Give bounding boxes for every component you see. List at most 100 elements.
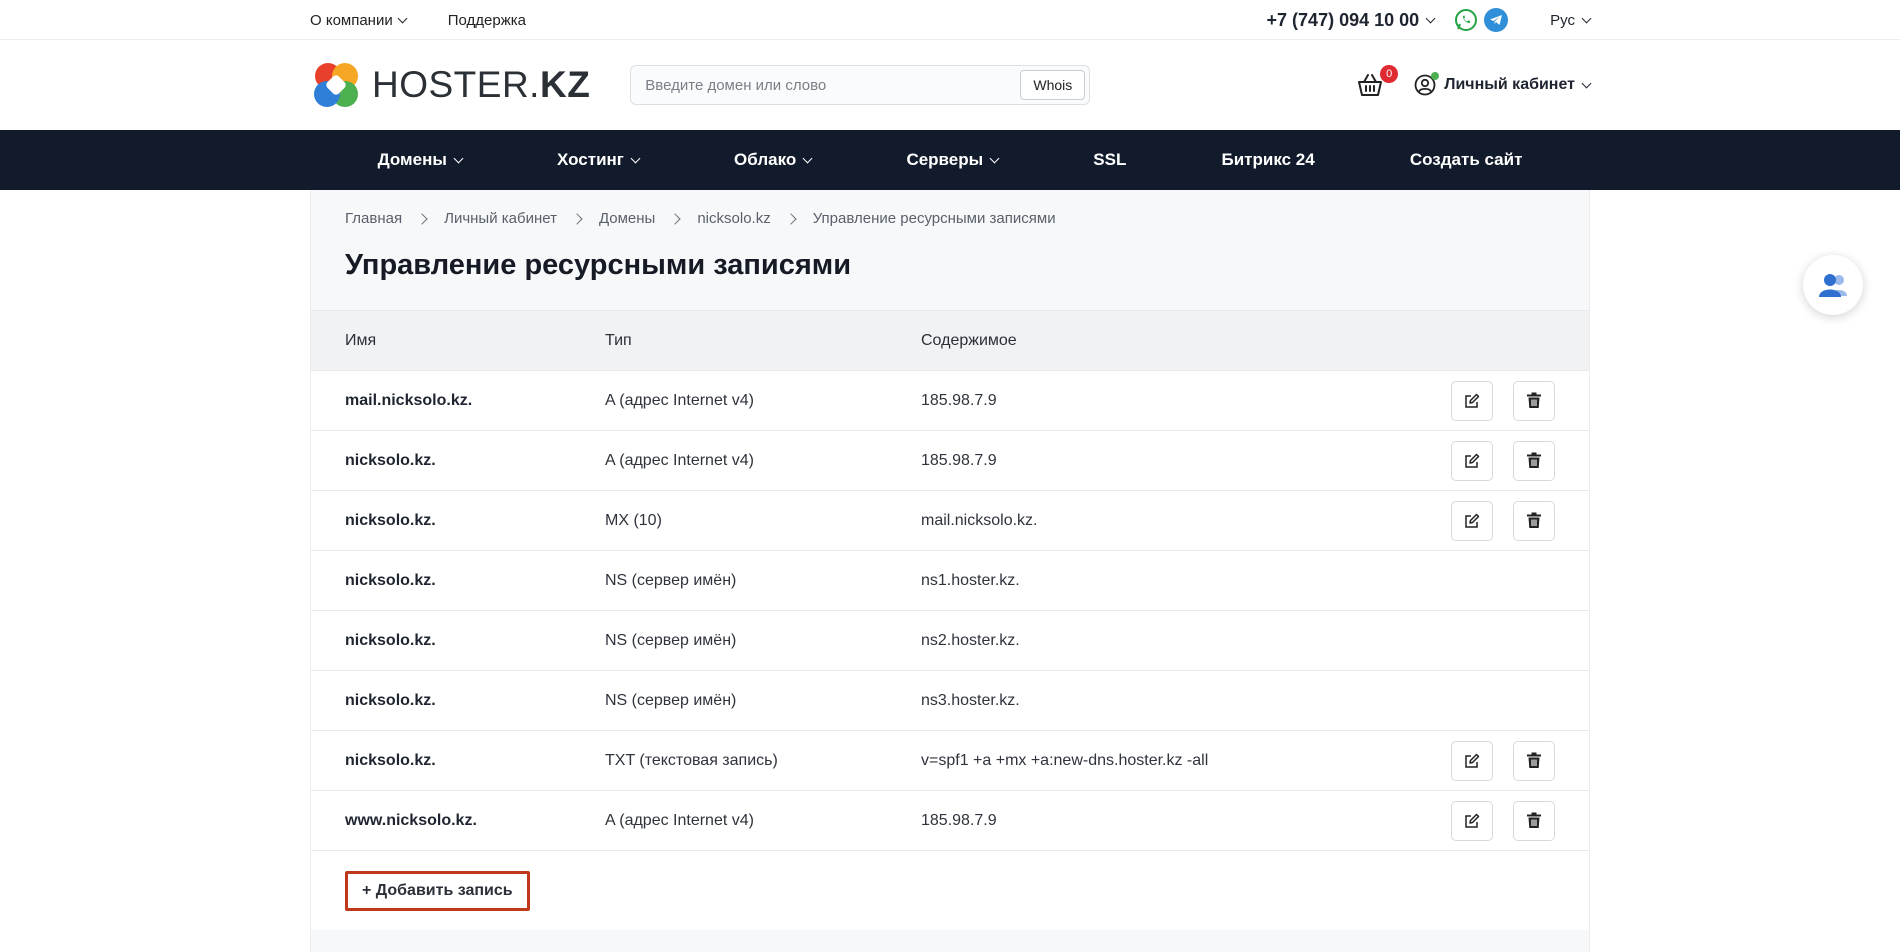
nav-item-servers[interactable]: Серверы	[906, 150, 1000, 170]
online-status-dot	[1431, 72, 1440, 80]
whois-button[interactable]: Whois	[1020, 70, 1086, 100]
logo[interactable]: HOSTER.KZ	[310, 59, 590, 111]
record-content: 185.98.7.9	[921, 451, 997, 469]
user-avatar	[1414, 72, 1440, 96]
record-type: A (адрес Internet v4)	[605, 451, 754, 469]
table-row: nicksolo.kz. NS (сервер имён) ns1.hoster…	[311, 550, 1589, 610]
chevron-down-icon	[397, 13, 408, 23]
edit-icon	[1465, 753, 1480, 768]
record-type: A (адрес Internet v4)	[605, 811, 754, 829]
add-record-button[interactable]: + Добавить запись	[345, 871, 530, 911]
trash-icon	[1527, 392, 1541, 408]
nav-item-cloud[interactable]: Облако	[734, 150, 813, 170]
records-table: mail.nicksolo.kz. A (адрес Internet v4) …	[311, 370, 1589, 850]
record-name: nicksolo.kz.	[345, 631, 436, 649]
breadcrumb-current: Управление ресурсными записями	[812, 210, 1056, 227]
about-company-menu[interactable]: О компании	[310, 11, 408, 29]
trash-icon	[1527, 752, 1541, 768]
logo-mark-icon	[314, 63, 358, 107]
record-content: v=spf1 +a +mx +a:new-dns.hoster.kz -all	[921, 751, 1209, 769]
table-row: mail.nicksolo.kz. A (адрес Internet v4) …	[311, 370, 1589, 430]
record-content: ns2.hoster.kz.	[921, 631, 1020, 649]
table-row: www.nicksolo.kz. A (адрес Internet v4) 1…	[311, 790, 1589, 850]
users-icon	[1819, 274, 1847, 297]
edit-icon	[1465, 813, 1480, 828]
phone-number: +7 (747) 094 10 00	[1266, 9, 1420, 30]
whatsapp-icon[interactable]	[1454, 8, 1478, 32]
trash-icon	[1527, 812, 1541, 828]
record-type: NS (сервер имён)	[605, 571, 737, 589]
record-type: NS (сервер имён)	[605, 631, 737, 649]
edit-icon	[1465, 453, 1480, 468]
chevron-right-icon	[669, 212, 682, 225]
table-row: nicksolo.kz. MX (10) mail.nicksolo.kz.	[311, 490, 1589, 550]
main-nav: Домены Хостинг Облако Серверы SSL Битрик…	[0, 130, 1900, 190]
chevron-down-icon	[453, 153, 464, 163]
account-menu[interactable]: Личный кабинет	[1414, 72, 1592, 96]
nav-item-domains[interactable]: Домены	[378, 150, 464, 170]
record-type: TXT (текстовая запись)	[605, 751, 778, 769]
record-name: nicksolo.kz.	[345, 511, 436, 529]
table-row: nicksolo.kz. NS (сервер имён) ns2.hoster…	[311, 610, 1589, 670]
chevron-right-icon	[416, 212, 428, 225]
record-name: mail.nicksolo.kz.	[345, 391, 473, 409]
record-type: A (адрес Internet v4)	[605, 391, 754, 409]
header-name: Имя	[345, 331, 377, 349]
main-content: Главная Личный кабинет Домены nicksolo.k…	[310, 190, 1590, 952]
support-chat-button[interactable]	[1803, 255, 1863, 315]
record-type: MX (10)	[605, 511, 662, 529]
record-name: nicksolo.kz.	[345, 691, 436, 709]
edit-icon	[1465, 513, 1480, 528]
delete-button[interactable]	[1513, 440, 1555, 481]
table-row: nicksolo.kz. A (адрес Internet v4) 185.9…	[311, 430, 1589, 490]
phone-menu[interactable]: +7 (747) 094 10 00	[1266, 9, 1436, 31]
trash-icon	[1527, 452, 1541, 468]
support-link[interactable]: Поддержка	[448, 12, 526, 29]
record-name: nicksolo.kz.	[345, 571, 436, 589]
record-name: www.nicksolo.kz.	[345, 811, 477, 829]
delete-button[interactable]	[1513, 800, 1555, 841]
nav-item-create-site[interactable]: Создать сайт	[1410, 150, 1523, 170]
chevron-down-icon	[1581, 13, 1592, 23]
page-title: Управление ресурсными записями	[345, 249, 852, 281]
record-content: ns1.hoster.kz.	[921, 571, 1020, 589]
chevron-down-icon	[630, 153, 641, 163]
edit-icon	[1465, 393, 1480, 408]
delete-button[interactable]	[1513, 740, 1555, 781]
header-content: Содержимое	[921, 331, 1017, 349]
language-selector[interactable]: Рус	[1550, 11, 1592, 29]
chevron-right-icon	[571, 212, 583, 225]
edit-button[interactable]	[1451, 740, 1493, 781]
chevron-down-icon	[1581, 78, 1592, 88]
language-label: Рус	[1550, 11, 1575, 29]
chevron-down-icon	[802, 153, 813, 163]
record-name: nicksolo.kz.	[345, 751, 436, 769]
record-type: NS (сервер имён)	[605, 691, 737, 709]
nav-item-ssl[interactable]: SSL	[1093, 150, 1126, 170]
nav-item-bitrix24[interactable]: Битрикс 24	[1222, 150, 1315, 170]
edit-button[interactable]	[1451, 800, 1493, 841]
telegram-icon[interactable]	[1484, 8, 1509, 32]
domain-search: Whois	[630, 65, 1091, 105]
domain-search-input[interactable]	[645, 76, 1021, 94]
breadcrumb-domains[interactable]: Домены	[599, 210, 655, 227]
table-row: nicksolo.kz. TXT (текстовая запись) v=sp…	[311, 730, 1589, 790]
support-label: Поддержка	[447, 11, 526, 29]
edit-button[interactable]	[1451, 440, 1493, 481]
cart-button[interactable]: 0	[1356, 65, 1399, 99]
breadcrumb: Главная Личный кабинет Домены nicksolo.k…	[345, 210, 1555, 227]
breadcrumb-home[interactable]: Главная	[345, 210, 402, 227]
edit-button[interactable]	[1451, 380, 1493, 421]
breadcrumb-account[interactable]: Личный кабинет	[444, 210, 557, 227]
nav-item-hosting[interactable]: Хостинг	[557, 150, 641, 170]
delete-button[interactable]	[1513, 380, 1555, 421]
breadcrumb-domain[interactable]: nicksolo.kz	[697, 210, 770, 227]
chevron-down-icon	[989, 153, 1000, 163]
header-type: Тип	[605, 331, 632, 349]
table-row: nicksolo.kz. NS (сервер имён) ns3.hoster…	[311, 670, 1589, 730]
about-company-label: О компании	[310, 11, 393, 29]
edit-button[interactable]	[1451, 500, 1493, 541]
delete-button[interactable]	[1513, 500, 1555, 541]
table-header: Имя Тип Содержимое	[311, 310, 1589, 370]
record-content: mail.nicksolo.kz.	[921, 511, 1038, 529]
